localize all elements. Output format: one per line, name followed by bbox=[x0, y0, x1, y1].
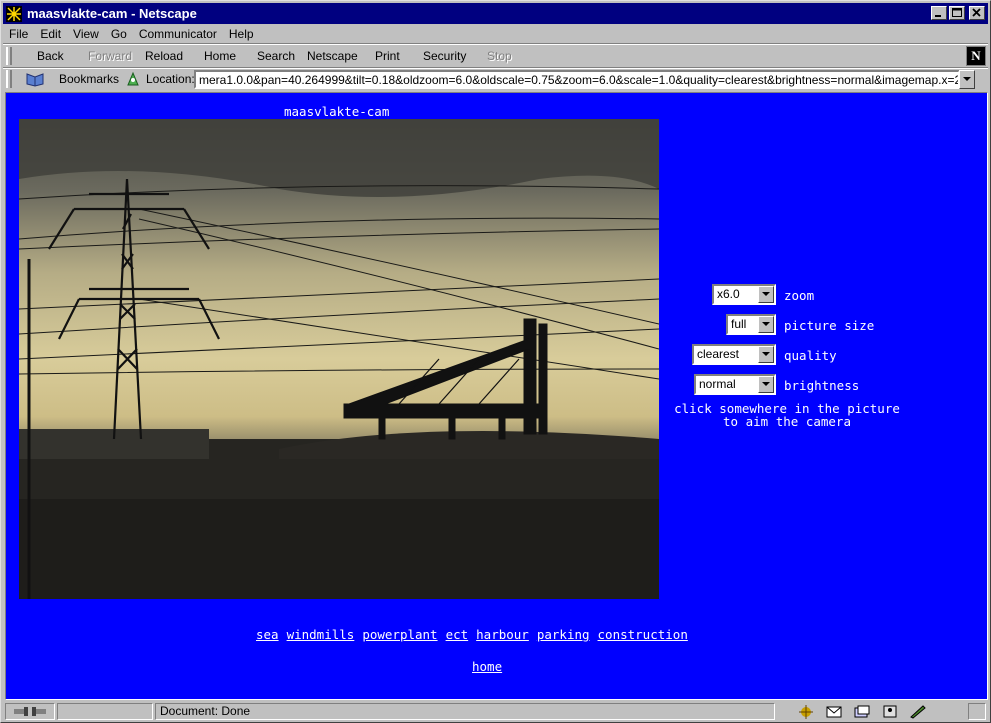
zoom-select[interactable]: x6.0 bbox=[712, 284, 776, 305]
link-ect[interactable]: ect bbox=[446, 627, 469, 642]
chevron-down-icon[interactable] bbox=[758, 286, 774, 303]
close-icon[interactable] bbox=[969, 6, 985, 20]
netscape-button[interactable]: Netscape bbox=[307, 49, 358, 63]
link-windmills[interactable]: windmills bbox=[287, 627, 355, 642]
title-bar: maasvlakte-cam - Netscape bbox=[3, 3, 988, 24]
link-powerplant[interactable]: powerplant bbox=[362, 627, 437, 642]
chevron-down-icon[interactable] bbox=[758, 316, 774, 333]
location-toolbar: Bookmarks Location: mera1.0.0&pan=40.264… bbox=[3, 68, 988, 90]
forward-button[interactable]: Forward bbox=[88, 49, 132, 63]
composer-icon[interactable] bbox=[909, 704, 927, 719]
location-url-field[interactable]: mera1.0.0&pan=40.264999&tilt=0.18&oldzoo… bbox=[194, 70, 960, 89]
window-title: maasvlakte-cam - Netscape bbox=[27, 6, 197, 21]
back-button[interactable]: Back bbox=[37, 49, 64, 63]
quality-label: quality bbox=[784, 348, 837, 363]
security-button[interactable]: Security bbox=[423, 49, 466, 63]
navigation-toolbar: Back Forward Reload Home Search Netscape… bbox=[3, 45, 988, 67]
chevron-down-icon[interactable] bbox=[758, 346, 774, 363]
brightness-select-value: normal bbox=[699, 377, 736, 391]
link-sea[interactable]: sea bbox=[256, 627, 279, 642]
progress-bar bbox=[57, 703, 153, 720]
component-bar bbox=[797, 704, 927, 719]
bookmarks-icon[interactable] bbox=[25, 71, 47, 90]
menu-go[interactable]: Go bbox=[111, 27, 127, 41]
link-home[interactable]: home bbox=[472, 659, 502, 674]
brightness-select[interactable]: normal bbox=[694, 374, 776, 395]
home-button[interactable]: Home bbox=[204, 49, 236, 63]
reload-button[interactable]: Reload bbox=[145, 49, 183, 63]
menu-help[interactable]: Help bbox=[229, 27, 254, 41]
menu-edit[interactable]: Edit bbox=[40, 27, 61, 41]
location-icon[interactable] bbox=[125, 71, 141, 90]
zoom-label: zoom bbox=[784, 288, 815, 303]
chevron-down-icon[interactable] bbox=[758, 376, 774, 393]
link-harbour[interactable]: harbour bbox=[476, 627, 529, 642]
resize-grip-icon[interactable] bbox=[968, 703, 986, 720]
status-text: Document: Done bbox=[155, 703, 775, 720]
status-bar: Document: Done bbox=[3, 702, 988, 721]
camera-image[interactable] bbox=[19, 119, 659, 599]
brightness-label: brightness bbox=[784, 378, 860, 393]
picture-size-select[interactable]: full bbox=[726, 314, 776, 335]
netscape-app-icon[interactable] bbox=[6, 5, 22, 22]
browser-window: maasvlakte-cam - Netscape File Edit View… bbox=[0, 0, 991, 723]
menu-communicator[interactable]: Communicator bbox=[139, 27, 217, 41]
menu-view[interactable]: View bbox=[73, 27, 99, 41]
picture-size-select-value: full bbox=[731, 317, 747, 331]
minimize-icon[interactable] bbox=[931, 6, 947, 20]
aim-hint-line2: to aim the camera bbox=[723, 414, 851, 429]
maximize-icon[interactable] bbox=[949, 6, 965, 20]
chevron-down-icon[interactable] bbox=[959, 70, 975, 89]
quality-select[interactable]: clearest bbox=[692, 344, 776, 365]
location-label: Location: bbox=[146, 72, 195, 86]
page-content: maasvlakte-cam x6.0 zoom full picture si… bbox=[5, 92, 988, 700]
bookmarks-button[interactable]: Bookmarks bbox=[59, 72, 119, 86]
print-button[interactable]: Print bbox=[375, 49, 400, 63]
camera-title: maasvlakte-cam bbox=[284, 104, 390, 119]
quality-select-value: clearest bbox=[697, 347, 740, 361]
connection-icon[interactable] bbox=[5, 703, 55, 720]
navigator-icon[interactable] bbox=[797, 704, 815, 719]
link-construction[interactable]: construction bbox=[598, 627, 688, 642]
search-button[interactable]: Search bbox=[257, 49, 295, 63]
stop-button[interactable]: Stop bbox=[487, 49, 512, 63]
location-grip[interactable] bbox=[6, 70, 12, 88]
toolbar-grip[interactable] bbox=[6, 47, 12, 65]
mail-icon[interactable] bbox=[825, 704, 843, 719]
picture-size-label: picture size bbox=[784, 318, 875, 333]
link-parking[interactable]: parking bbox=[537, 627, 590, 642]
menu-file[interactable]: File bbox=[9, 27, 28, 41]
zoom-select-value: x6.0 bbox=[717, 287, 740, 301]
netscape-logo-icon[interactable]: N bbox=[966, 46, 986, 66]
location-links: sea windmills powerplant ect harbour par… bbox=[256, 627, 688, 642]
address-book-icon[interactable] bbox=[881, 704, 899, 719]
newsgroups-icon[interactable] bbox=[853, 704, 871, 719]
menu-bar: File Edit View Go Communicator Help bbox=[3, 24, 988, 43]
